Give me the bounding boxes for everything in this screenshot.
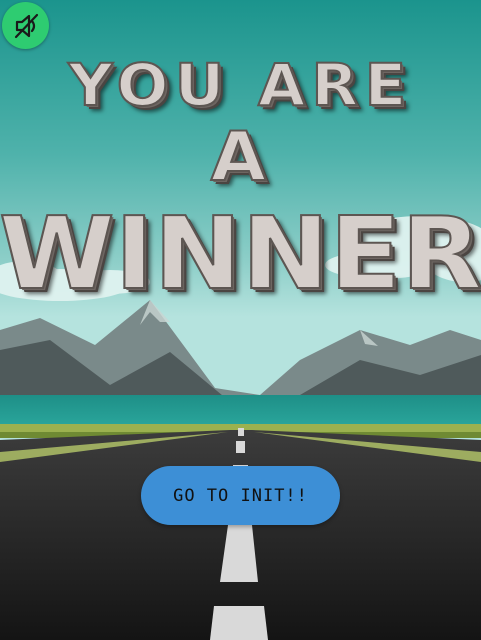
- winner-screen: YOU ARE A WINNER GO TO INIT!!: [0, 0, 481, 640]
- lake: [0, 395, 481, 427]
- title-line-a: A: [210, 118, 271, 197]
- go-to-init-button[interactable]: GO TO INIT!!: [141, 466, 340, 525]
- title-line-you-are: YOU ARE: [67, 51, 413, 119]
- winner-title: YOU ARE A WINNER: [0, 50, 481, 312]
- sound-muted-icon: [14, 13, 38, 38]
- title-line-winner: WINNER: [0, 195, 481, 312]
- sound-toggle-button[interactable]: [2, 2, 49, 49]
